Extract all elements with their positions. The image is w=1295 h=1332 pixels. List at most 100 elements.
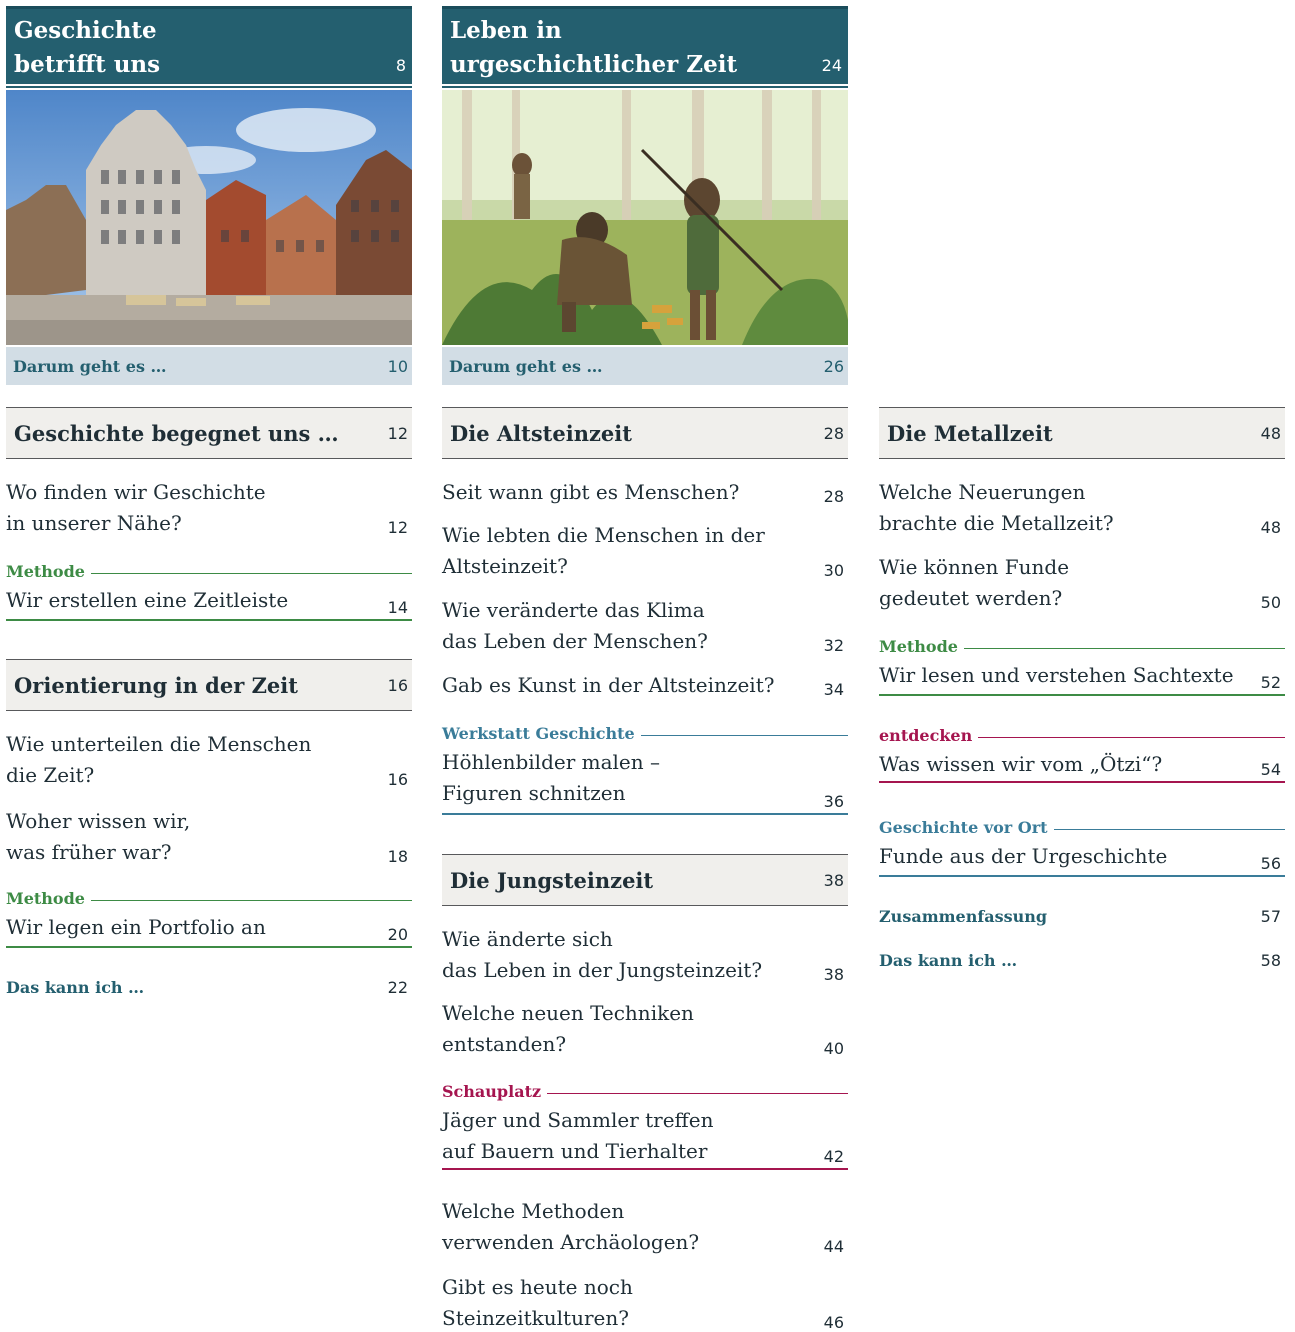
- das-kann-ich-row[interactable]: Das kann ich … 58: [879, 948, 1285, 972]
- schauplatz-category: Schauplatz: [442, 1079, 848, 1103]
- intro-page: 10: [387, 356, 408, 376]
- section-title: Geschichte begegnet uns …: [14, 420, 339, 446]
- category-rule: [547, 1092, 848, 1094]
- category-label: Methode: [879, 636, 958, 656]
- entry-page: 16: [387, 770, 408, 789]
- entry-text: Funde aus der Urgeschichte: [879, 844, 1168, 868]
- entdecken-entry[interactable]: Was wissen wir vom „Ötzi“? 54: [879, 749, 1285, 783]
- entry-page: 30: [823, 561, 844, 580]
- section-header[interactable]: Die Jungsteinzeit 38: [442, 854, 848, 906]
- toc-entry[interactable]: Wo finden wir Geschichte in unserer Nähe?…: [6, 477, 412, 539]
- chapter-page: 24: [821, 56, 842, 75]
- intro-label: Darum geht es …: [13, 356, 167, 376]
- toc-entry[interactable]: Wie unterteilen die Menschen die Zeit? 16: [6, 729, 412, 791]
- toc-entry[interactable]: Woher wissen wir, was früher war? 18: [6, 806, 412, 868]
- category-underline: [6, 946, 412, 948]
- entry-label: Das kann ich …: [879, 950, 1018, 970]
- entry-label: Das kann ich …: [6, 977, 145, 997]
- entry-text: Welche Methoden verwenden Archäologen?: [442, 1199, 700, 1254]
- section-title: Orientierung in der Zeit: [14, 672, 298, 698]
- entry-page: 20: [387, 925, 408, 944]
- entry-page: 52: [1260, 673, 1281, 692]
- entry-page: 28: [823, 487, 844, 506]
- chapter-header[interactable]: Leben in urgeschichtlicher Zeit 24: [442, 6, 848, 84]
- category-underline: [442, 1168, 848, 1170]
- toc-entry[interactable]: Wie änderte sich das Leben in der Jungste…: [442, 924, 848, 986]
- zusammenfassung-row[interactable]: Zusammenfassung 57: [879, 904, 1285, 928]
- category-underline: [6, 619, 412, 621]
- entry-page: 50: [1260, 593, 1281, 612]
- entry-text: Welche neuen Techniken entstanden?: [442, 1001, 694, 1056]
- intro-row[interactable]: Darum geht es … 26: [442, 347, 848, 385]
- category-label: Schauplatz: [442, 1081, 542, 1101]
- methode-entry[interactable]: Wir erstellen eine Zeitleiste 14: [6, 585, 412, 621]
- entry-text: Wir erstellen eine Zeitleiste: [6, 588, 289, 612]
- chapter-page: 8: [395, 56, 406, 75]
- category-label: Methode: [6, 888, 85, 908]
- toc-entry[interactable]: Wie lebten die Menschen in der Altsteinze…: [442, 520, 848, 582]
- toc-entry[interactable]: Welche neuen Techniken entstanden? 40: [442, 998, 848, 1060]
- toc-entry[interactable]: Gibt es heute noch Steinzeitkulturen? 46: [442, 1272, 848, 1332]
- entry-text: Was wissen wir vom „Ötzi“?: [879, 752, 1163, 776]
- toc-entry[interactable]: Welche Methoden verwenden Archäologen? 44: [442, 1196, 848, 1258]
- entry-page: 42: [823, 1147, 844, 1166]
- werkstatt-category: Werkstatt Geschichte: [442, 721, 848, 745]
- entry-label: Zusammenfassung: [879, 906, 1048, 926]
- section-header[interactable]: Orientierung in der Zeit 16: [6, 659, 412, 711]
- methode-category: Methode: [6, 886, 412, 910]
- entry-text: Wie änderte sich das Leben in der Jungste…: [442, 927, 763, 982]
- section-header[interactable]: Die Metallzeit 48: [879, 407, 1285, 459]
- entry-text: Wie unterteilen die Menschen die Zeit?: [6, 732, 312, 787]
- entry-page: 36: [823, 792, 844, 811]
- toc-entry[interactable]: Wie veränderte das Klima das Leben der Me…: [442, 595, 848, 657]
- section-page: 16: [387, 675, 408, 695]
- entry-text: Wir legen ein Portfolio an: [6, 915, 266, 939]
- chapter-header[interactable]: Geschichte betrifft uns 8: [6, 6, 412, 84]
- category-underline: [879, 875, 1285, 877]
- entry-text: Seit wann gibt es Menschen?: [442, 480, 740, 504]
- entry-page: 54: [1260, 760, 1281, 779]
- entry-text: Höhlenbilder malen – Figuren schnitzen: [442, 750, 660, 805]
- town-square-photo: [6, 90, 412, 345]
- category-rule: [978, 736, 1285, 738]
- section-header[interactable]: Geschichte begegnet uns … 12: [6, 407, 412, 459]
- toc-entry[interactable]: Wie können Funde gedeutet werden? 50: [879, 552, 1285, 614]
- category-label: Werkstatt Geschichte: [442, 723, 635, 743]
- entry-page: 57: [1260, 906, 1281, 926]
- section-header[interactable]: Die Altsteinzeit 28: [442, 407, 848, 459]
- category-rule: [90, 899, 412, 901]
- entry-text: Wo finden wir Geschichte in unserer Nähe?: [6, 480, 266, 535]
- toc-entry[interactable]: Welche Neuerungen brachte die Metallzeit?…: [879, 477, 1285, 539]
- category-rule: [90, 572, 412, 574]
- section-page: 48: [1260, 423, 1281, 443]
- das-kann-ich-row[interactable]: Das kann ich … 22: [6, 975, 412, 999]
- entry-text: Wie veränderte das Klima das Leben der Me…: [442, 598, 708, 653]
- section-page: 12: [387, 423, 408, 443]
- entry-page: 56: [1260, 854, 1281, 873]
- stone-age-illustration: [442, 90, 848, 345]
- vor-ort-entry[interactable]: Funde aus der Urgeschichte 56: [879, 841, 1285, 877]
- entry-page: 12: [387, 518, 408, 537]
- toc-entry[interactable]: Seit wann gibt es Menschen? 28: [442, 477, 848, 508]
- divider: [6, 86, 412, 88]
- section-page: 28: [823, 423, 844, 443]
- entry-page: 34: [823, 680, 844, 699]
- schauplatz-entry[interactable]: Jäger und Sammler treffen auf Bauern und …: [442, 1105, 848, 1170]
- toc-entry[interactable]: Gab es Kunst in der Altsteinzeit? 34: [442, 670, 848, 701]
- methode-category: Methode: [6, 559, 412, 583]
- category-label: Geschichte vor Ort: [879, 817, 1048, 837]
- entry-page: 32: [823, 636, 844, 655]
- methode-entry[interactable]: Wir lesen und verstehen Sachtexte 52: [879, 660, 1285, 696]
- category-label: Methode: [6, 561, 85, 581]
- entry-page: 22: [387, 977, 408, 997]
- methode-entry[interactable]: Wir legen ein Portfolio an 20: [6, 912, 412, 948]
- entry-page: 44: [823, 1237, 844, 1256]
- chapter-title: Geschichte betrifft uns: [14, 17, 161, 78]
- intro-row[interactable]: Darum geht es … 10: [6, 347, 412, 385]
- category-label: entdecken: [879, 725, 973, 745]
- methode-category: Methode: [879, 634, 1285, 658]
- divider: [442, 86, 848, 88]
- category-rule: [640, 734, 848, 736]
- werkstatt-entry[interactable]: Höhlenbilder malen – Figuren schnitzen 36: [442, 747, 848, 815]
- category-underline: [879, 694, 1285, 696]
